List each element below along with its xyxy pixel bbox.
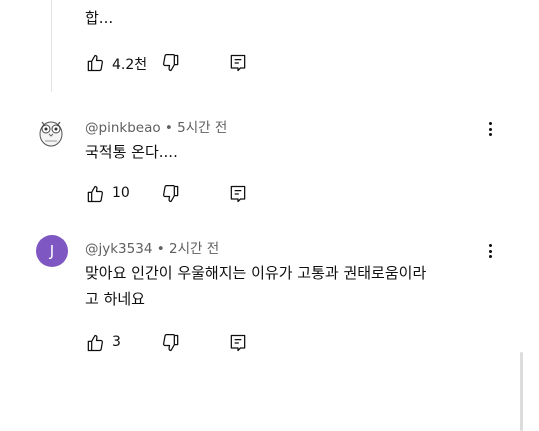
avatar-letter: J: [49, 242, 55, 260]
comment-text-line-2: 고 하네요: [85, 290, 145, 308]
dislike-button[interactable]: [158, 50, 184, 76]
thumbs-down-icon: [163, 54, 179, 72]
avatar[interactable]: [34, 114, 68, 148]
dislike-button[interactable]: [158, 330, 184, 356]
meta-dot: •: [164, 120, 173, 136]
thumbs-up-icon: [87, 185, 103, 203]
like-count: 3: [112, 334, 121, 350]
comment-text: 합...: [85, 9, 114, 27]
reply-button[interactable]: [225, 330, 251, 356]
like-count: 4.2천: [112, 57, 148, 73]
scrollbar[interactable]: [520, 352, 523, 431]
more-options-button[interactable]: [484, 241, 496, 261]
comment-time[interactable]: 2시간 전: [169, 241, 219, 257]
comment-author[interactable]: @jyk3534: [85, 241, 152, 257]
owl-avatar-icon: [39, 121, 63, 147]
thumbs-down-icon: [163, 334, 179, 352]
thumbs-up-icon: [87, 334, 103, 352]
like-count: 10: [112, 185, 130, 201]
comment-time[interactable]: 5시간 전: [177, 120, 227, 136]
comment-author[interactable]: @pinkbeao: [85, 120, 161, 136]
like-button[interactable]: [82, 181, 108, 207]
reply-icon: [230, 334, 246, 352]
comment-text: 국적통 온다....: [85, 143, 178, 161]
comment-text-line-1: 맞아요 인간이 우울해지는 이유가 고통과 권태로움이라: [85, 264, 427, 282]
reply-thread-line: [51, 0, 52, 92]
reply-button[interactable]: [225, 50, 251, 76]
avatar[interactable]: J: [36, 235, 68, 267]
like-button[interactable]: [82, 330, 108, 356]
thumbs-up-icon: [87, 54, 103, 72]
like-button[interactable]: [82, 50, 108, 76]
reply-icon: [230, 54, 246, 72]
meta-dot: •: [156, 241, 165, 257]
dislike-button[interactable]: [158, 181, 184, 207]
reply-button[interactable]: [225, 181, 251, 207]
thumbs-down-icon: [163, 185, 179, 203]
reply-icon: [230, 185, 246, 203]
more-options-button[interactable]: [484, 119, 496, 139]
